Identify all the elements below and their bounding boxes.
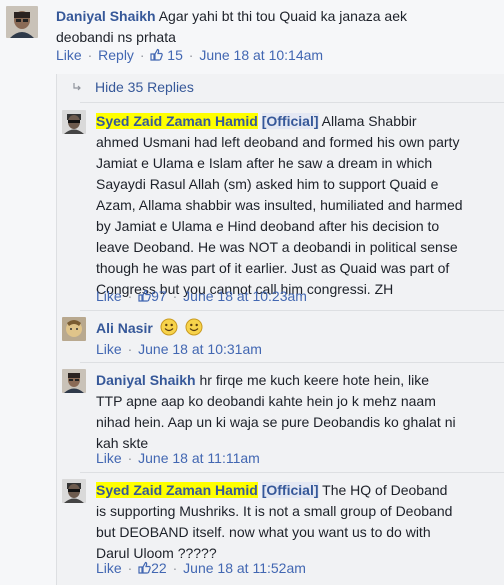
- reply-actions: Like · 22 · June 18 at 11:52am: [96, 560, 306, 576]
- reply-text: hr firqe me kuch keere hote hein, like: [199, 372, 430, 388]
- reply-timestamp[interactable]: June 18 at 10:31am: [138, 341, 262, 357]
- reply-arrow-icon: [73, 83, 81, 91]
- comment-text: Agar yahi bt thi tou Quaid ka janaza aek: [158, 8, 407, 24]
- reply-author[interactable]: Syed Zaid Zaman Hamid: [96, 113, 258, 129]
- reply-timestamp[interactable]: June 18 at 11:52am: [183, 560, 306, 576]
- smiley-icon: [185, 318, 203, 336]
- like-count-value: 97: [151, 288, 167, 304]
- reply-author[interactable]: Daniyal Shaikh: [96, 372, 196, 388]
- reply-text: Allama Shabbir: [321, 113, 417, 129]
- like-count-value: 22: [151, 560, 167, 576]
- reply-text: Azam, Allama shabbir was insulted, humil…: [96, 197, 463, 213]
- hide-replies-label[interactable]: Hide 35 Replies: [95, 79, 194, 95]
- reply-text: is supporting Mushriks. It is not a smal…: [96, 503, 453, 519]
- reply-text: Darul Uloom ?????: [96, 545, 217, 561]
- reply-text: The HQ of Deoband: [322, 482, 448, 498]
- divider: [80, 310, 504, 311]
- reply-text: but DEOBAND itself. now what you want us…: [96, 524, 431, 540]
- like-button[interactable]: Like: [96, 450, 122, 466]
- reply-actions: Like · June 18 at 10:31am: [96, 341, 262, 357]
- reply-text: nihad hein. Aap un ki waja se pure Deoba…: [96, 414, 456, 430]
- comment-text: deobandi ns prhata: [56, 29, 176, 45]
- reply-text: leave Deoband. He was NOT a deobandi in …: [96, 239, 458, 255]
- like-button[interactable]: Like: [56, 47, 82, 63]
- official-tag: [Official]: [261, 113, 319, 129]
- avatar[interactable]: [62, 317, 86, 341]
- reply-button[interactable]: Reply: [98, 47, 134, 63]
- reply-timestamp[interactable]: June 18 at 11:11am: [138, 450, 260, 466]
- like-button[interactable]: Like: [96, 560, 122, 576]
- reply-actions: Like · 97 · June 18 at 10:23am: [96, 288, 307, 304]
- like-button[interactable]: Like: [96, 288, 122, 304]
- like-count[interactable]: 97: [138, 288, 167, 304]
- like-button[interactable]: Like: [96, 341, 122, 357]
- thumbs-up-icon: [138, 289, 151, 302]
- official-tag: [Official]: [261, 482, 319, 498]
- reply-author[interactable]: Ali Nasir: [96, 320, 153, 336]
- comment-author[interactable]: Daniyal Shaikh: [56, 8, 156, 24]
- top-comment: Daniyal Shaikh Agar yahi bt thi tou Quai…: [0, 0, 504, 70]
- reply-text: though he was part of it earlier. Just a…: [96, 260, 450, 276]
- divider: [80, 102, 504, 103]
- hide-replies-link[interactable]: Hide 35 Replies: [72, 79, 194, 99]
- reply-body: Syed Zaid Zaman Hamid [Official] The HQ …: [96, 480, 496, 564]
- divider: [80, 362, 504, 363]
- reply-text: kah skte: [96, 435, 149, 451]
- reply-text: Sayaydi Rasul Allah (sm) asked him to su…: [96, 176, 439, 192]
- reply-timestamp[interactable]: June 18 at 10:23am: [183, 288, 307, 304]
- comment-timestamp[interactable]: June 18 at 10:14am: [199, 47, 323, 63]
- avatar[interactable]: [62, 479, 86, 503]
- reply-text: TTP apne aap ko deobandi kahte hein jo k…: [96, 393, 436, 409]
- thumbs-up-icon: [138, 561, 151, 574]
- thumbs-up-icon: [150, 48, 164, 61]
- avatar[interactable]: [62, 369, 86, 393]
- reply-body: Ali Nasir: [96, 318, 496, 339]
- reply-text: by Jamiat e Ulama e Hind deoband after h…: [96, 218, 440, 234]
- reply-body: Daniyal Shaikh hr firqe me kuch keere ho…: [96, 370, 496, 454]
- comment-body: Daniyal Shaikh Agar yahi bt thi tou Quai…: [56, 6, 496, 48]
- divider: [80, 472, 504, 473]
- like-count[interactable]: 22: [138, 560, 167, 576]
- smiley-icon: [160, 318, 178, 336]
- reply-text: ahmed Usmani had left deoband and formed…: [96, 134, 460, 150]
- like-count-value: 15: [167, 47, 183, 63]
- reply-actions: Like · June 18 at 11:11am: [96, 450, 260, 466]
- like-count[interactable]: 15: [150, 47, 183, 63]
- comment-actions: Like · Reply · 15 · June 18 at 10:14am: [56, 47, 324, 63]
- reply-author[interactable]: Syed Zaid Zaman Hamid: [96, 482, 258, 498]
- reply-text: Jamiat e Ulama e Islam after he saw a dr…: [96, 155, 433, 171]
- avatar[interactable]: [6, 6, 38, 38]
- reply-body: Syed Zaid Zaman Hamid [Official] Allama …: [96, 111, 496, 300]
- avatar[interactable]: [62, 110, 86, 134]
